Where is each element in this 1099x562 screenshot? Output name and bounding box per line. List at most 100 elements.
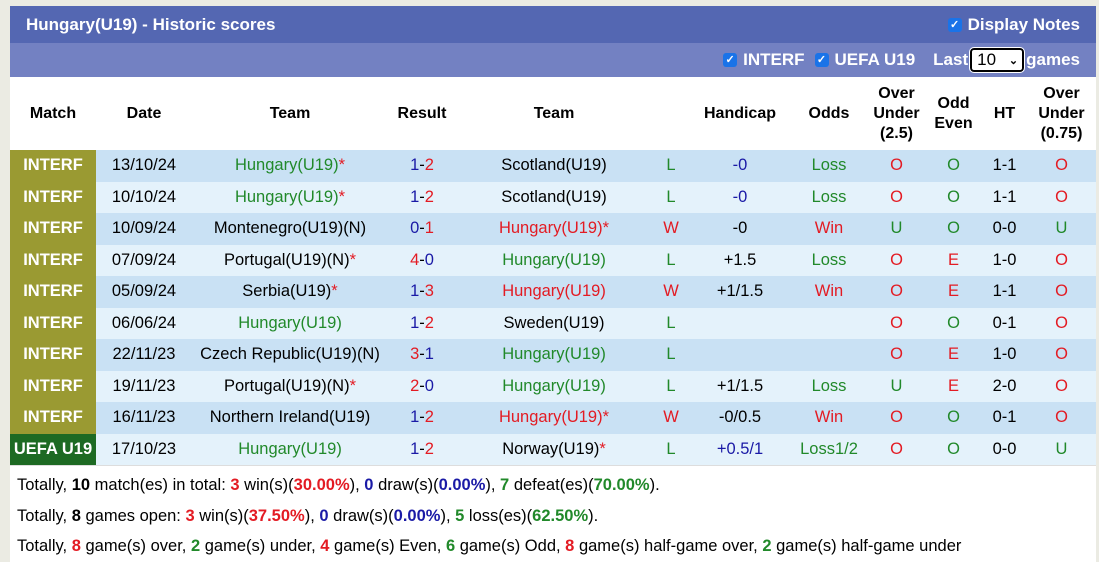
league-badge[interactable]: INTERF [10,402,96,434]
display-notes-checkbox[interactable]: ✓ [947,17,962,32]
home-team[interactable]: Montenegro(U19)(N) [192,213,388,245]
away-team[interactable]: Hungary(U19) [456,370,652,402]
away-team-name[interactable]: Hungary(U19) [499,408,603,426]
away-team-name[interactable]: Norway(U19) [502,440,599,458]
away-team[interactable]: Hungary(U19)* [456,402,652,434]
away-team-name[interactable]: Hungary(U19) [502,345,606,363]
match-result[interactable]: 1-2 [388,150,456,182]
away-team-name[interactable]: Scotland(U19) [501,156,606,174]
away-team[interactable]: Scotland(U19) [456,150,652,182]
home-team[interactable]: Hungary(U19)* [192,181,388,213]
match-result[interactable]: 0-1 [388,213,456,245]
odds-result: Loss [790,370,868,402]
home-team[interactable]: Portugal(U19)(N)* [192,370,388,402]
filter-interf[interactable]: ✓ INTERF [723,50,805,70]
uefa-u19-checkbox[interactable]: ✓ [814,53,829,67]
table-row[interactable]: INTERF 06/06/24 Hungary(U19) 1-2 Sweden(U19)… [10,307,1096,339]
home-team-name[interactable]: Hungary(U19) [235,156,339,174]
table-row[interactable]: INTERF 13/10/24 Hungary(U19)* 1-2 Scotland(U… [10,150,1096,182]
col-odds: Odds [790,77,868,150]
home-team-name[interactable]: Hungary(U19) [235,188,339,206]
table-header-row: Match Date Team Result Team Handicap Odd… [10,77,1096,150]
interf-checkbox[interactable]: ✓ [723,53,738,67]
away-score: 2 [424,439,434,458]
table-row[interactable]: INTERF 10/09/24 Montenegro(U19)(N) 0-1 Hunga… [10,213,1096,245]
home-team-name[interactable]: Portugal(U19)(N) [224,377,350,395]
match-result[interactable]: 1-2 [388,307,456,339]
league-badge[interactable]: INTERF [10,339,96,371]
home-team[interactable]: Hungary(U19) [192,307,388,339]
away-team[interactable]: Hungary(U19)* [456,213,652,245]
win-loss: L [652,339,690,371]
match-result[interactable]: 1-3 [388,276,456,308]
league-badge[interactable]: INTERF [10,213,96,245]
home-team[interactable]: Czech Republic(U19)(N) [192,339,388,371]
league-badge[interactable]: INTERF [10,244,96,276]
filter-uefa-u19[interactable]: ✓ UEFA U19 [814,50,915,70]
match-result[interactable]: 1-2 [388,433,456,465]
home-team-name[interactable]: Hungary(U19) [238,314,342,332]
table-row[interactable]: UEFA U19 17/10/23 Hungary(U19) 1-2 Norway(U1… [10,433,1096,465]
league-badge[interactable]: UEFA U19 [10,433,96,465]
table-row[interactable]: INTERF 19/11/23 Portugal(U19)(N)* 2-0 Hungar… [10,370,1096,402]
match-result[interactable]: 3-1 [388,339,456,371]
odds-result: Win [790,213,868,245]
home-team-name[interactable]: Northern Ireland(U19) [210,408,371,426]
away-team-name[interactable]: Hungary(U19) [502,251,606,269]
last-games-select[interactable]: 10 ⌄ [969,47,1026,73]
text: Totally, [17,506,72,525]
open-wins-pct: 37.50% [248,506,305,525]
away-team[interactable]: Norway(U19)* [456,433,652,465]
away-team-name[interactable]: Hungary(U19) [502,377,606,395]
half-time-score: 0-0 [982,213,1027,245]
home-team[interactable]: Serbia(U19)* [192,276,388,308]
col-match: Match [10,77,96,150]
home-team-name[interactable]: Hungary(U19) [238,440,342,458]
home-team-name[interactable]: Portugal(U19)(N) [224,251,350,269]
table-row[interactable]: INTERF 05/09/24 Serbia(U19)* 1-3 Hungary(U19… [10,276,1096,308]
away-team-name[interactable]: Sweden(U19) [504,314,605,332]
match-result[interactable]: 2-0 [388,370,456,402]
table-row[interactable]: INTERF 22/11/23 Czech Republic(U19)(N) 3-1 H… [10,339,1096,371]
league-badge[interactable]: INTERF [10,181,96,213]
home-team[interactable]: Hungary(U19)* [192,150,388,182]
home-team[interactable]: Northern Ireland(U19) [192,402,388,434]
match-result[interactable]: 1-2 [388,181,456,213]
match-result[interactable]: 1-2 [388,402,456,434]
ou-line3: (2.5) [880,124,913,142]
home-team-name[interactable]: Serbia(U19) [242,282,331,300]
away-team[interactable]: Hungary(U19) [456,276,652,308]
home-team[interactable]: Hungary(U19) [192,433,388,465]
odds-result [790,307,868,339]
league-badge[interactable]: INTERF [10,276,96,308]
match-date: 16/11/23 [96,402,192,434]
away-team-name[interactable]: Hungary(U19) [502,282,606,300]
win-loss: W [652,402,690,434]
table-row[interactable]: INTERF 10/10/24 Hungary(U19)* 1-2 Scotland(U… [10,181,1096,213]
league-badge[interactable]: INTERF [10,307,96,339]
text: game(s) over, [80,537,191,555]
home-team[interactable]: Portugal(U19)(N)* [192,244,388,276]
away-team-name[interactable]: Scotland(U19) [501,188,606,206]
away-team[interactable]: Scotland(U19) [456,181,652,213]
table-row[interactable]: INTERF 07/09/24 Portugal(U19)(N)* 4-0 Hungar… [10,244,1096,276]
away-team[interactable]: Hungary(U19) [456,244,652,276]
league-badge[interactable]: INTERF [10,150,96,182]
display-notes-toggle[interactable]: ✓ Display Notes [947,15,1080,35]
col-home-team: Team [192,77,388,150]
home-team-name[interactable]: Montenegro(U19)(N) [214,219,366,237]
league-badge[interactable]: INTERF [10,370,96,402]
odd-even: O [925,307,982,339]
away-team-name[interactable]: Hungary(U19) [499,219,603,237]
text: game(s) Even, [329,537,446,555]
match-date: 19/11/23 [96,370,192,402]
over-under-0-75: O [1027,402,1096,434]
favorite-star: * [602,408,610,427]
match-result[interactable]: 4-0 [388,244,456,276]
away-team[interactable]: Hungary(U19) [456,339,652,371]
home-team-name[interactable]: Czech Republic(U19)(N) [200,345,380,363]
defeats-count: 7 [500,476,510,494]
away-team[interactable]: Sweden(U19) [456,307,652,339]
table-row[interactable]: INTERF 16/11/23 Northern Ireland(U19) 1-2 Hu… [10,402,1096,434]
odd-even: O [925,181,982,213]
